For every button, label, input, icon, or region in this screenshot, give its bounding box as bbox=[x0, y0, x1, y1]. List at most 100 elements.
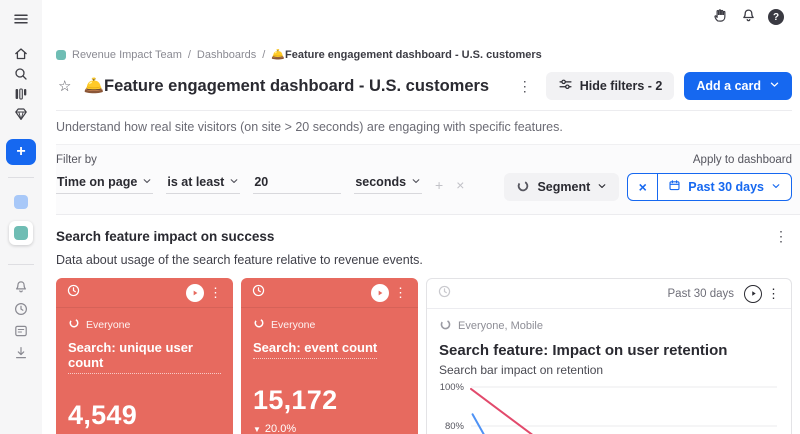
filter-property-value: Time on page bbox=[57, 175, 137, 189]
chevron-down-icon bbox=[411, 175, 421, 189]
clock-icon bbox=[251, 283, 266, 303]
run-card-button[interactable] bbox=[744, 285, 762, 303]
sidebar-item-search[interactable] bbox=[8, 64, 34, 83]
sidebar-recent-button[interactable] bbox=[8, 299, 34, 319]
date-range-label: Past 30 days bbox=[688, 180, 764, 194]
filter-unit-value: seconds bbox=[355, 175, 406, 189]
sidebar-item-charts[interactable] bbox=[8, 84, 34, 103]
question-icon: ? bbox=[768, 9, 784, 25]
diamond-icon bbox=[13, 106, 29, 122]
segment-chip[interactable]: Everyone, Mobile bbox=[439, 318, 779, 334]
kpi-card-unique-users: ⋮ Everyone Search: unique user count 4,5… bbox=[56, 278, 233, 434]
topbar: ? bbox=[42, 0, 800, 34]
filter-operator-dropdown[interactable]: is at least bbox=[166, 175, 240, 194]
card-body: Everyone Search: event count 15,172 ▼ 20… bbox=[241, 308, 418, 434]
run-card-button[interactable] bbox=[186, 284, 204, 302]
run-card-button[interactable] bbox=[371, 284, 389, 302]
card-kebab-menu[interactable]: ⋮ bbox=[206, 284, 225, 301]
card-title-link[interactable]: Search: event count bbox=[253, 340, 377, 359]
dashboard-title-row: ☆ 🛎️Feature engagement dashboard - U.S. … bbox=[56, 72, 792, 100]
chart-card-title: Search feature: Impact on user retention bbox=[439, 342, 779, 359]
page-content: Revenue Impact Team / Dashboards / 🛎️Fea… bbox=[42, 34, 800, 434]
add-card-label: Add a card bbox=[696, 79, 761, 93]
dashboard-emoji: 🛎️ bbox=[83, 77, 104, 95]
pointer-mode-button[interactable] bbox=[712, 7, 729, 27]
svg-text:80%: 80% bbox=[445, 421, 465, 432]
date-range-dropdown[interactable]: Past 30 days bbox=[658, 174, 791, 200]
sidebar-notifications-button[interactable] bbox=[8, 277, 34, 297]
create-new-button[interactable]: + bbox=[6, 139, 36, 165]
hamburger-menu-button[interactable] bbox=[8, 9, 34, 28]
card-kebab-menu[interactable]: ⋮ bbox=[764, 285, 783, 302]
filter-left: Filter by Time on page is at least seco bbox=[56, 154, 464, 201]
favorite-star-button[interactable]: ☆ bbox=[56, 77, 73, 95]
sidebar-item-metrics[interactable] bbox=[8, 104, 34, 123]
bell-icon bbox=[740, 7, 757, 27]
date-range-control: × Past 30 days bbox=[627, 173, 792, 201]
notifications-button[interactable] bbox=[740, 7, 757, 27]
breadcrumb-separator: / bbox=[188, 49, 191, 61]
main-area: ? Revenue Impact Team / Dashboards / 🛎️F… bbox=[42, 0, 800, 434]
add-card-button[interactable]: Add a card bbox=[684, 72, 792, 100]
kpi-card-event-count: ⋮ Everyone Search: event count 15,172 ▼ … bbox=[241, 278, 418, 434]
section-kebab-menu[interactable]: ⋮ bbox=[770, 227, 792, 245]
apply-to-dashboard-label: Apply to dashboard bbox=[693, 154, 792, 166]
retention-chart-card: Past 30 days ⋮ Everyone, Mobile Search f… bbox=[426, 278, 792, 434]
breadcrumb-current-label: Feature engagement dashboard - U.S. cust… bbox=[285, 49, 542, 61]
chevron-down-icon bbox=[142, 175, 152, 189]
dashboard-emoji: 🛎️ bbox=[271, 49, 285, 61]
segment-dropdown[interactable]: Segment bbox=[504, 173, 619, 201]
section-subtitle: Data about usage of the search feature r… bbox=[56, 253, 792, 267]
dashboard-kebab-menu[interactable]: ⋮ bbox=[514, 77, 536, 95]
clock-icon bbox=[437, 284, 452, 304]
segment-chip-label: Everyone bbox=[86, 319, 130, 331]
card-header: ⋮ bbox=[56, 278, 233, 308]
card-title-link[interactable]: Search: unique user count bbox=[68, 340, 221, 374]
dashboard-description: Understand how real site visitors (on si… bbox=[56, 111, 792, 144]
filter-value-input[interactable] bbox=[253, 175, 341, 194]
sidebar-download-button[interactable] bbox=[8, 343, 34, 363]
sidebar-bottom bbox=[8, 277, 34, 363]
clock-icon bbox=[66, 283, 81, 303]
bar-chart-icon bbox=[13, 86, 29, 102]
kpi-value: 4,549 bbox=[68, 400, 221, 431]
page-title-text: Feature engagement dashboard - U.S. cust… bbox=[104, 77, 489, 95]
sidebar-nav bbox=[8, 44, 34, 123]
card-date-range: Past 30 days bbox=[668, 288, 734, 300]
page-title: 🛎️Feature engagement dashboard - U.S. cu… bbox=[83, 77, 489, 96]
space-item-blue-wrap bbox=[9, 190, 33, 214]
chevron-down-icon bbox=[769, 79, 780, 93]
space-item-teal-selected[interactable] bbox=[14, 226, 28, 240]
hide-filters-button[interactable]: Hide filters - 2 bbox=[546, 72, 675, 100]
clear-date-filter-button[interactable]: × bbox=[628, 174, 658, 200]
sidebar-item-home[interactable] bbox=[8, 44, 34, 63]
cards-row: ⋮ Everyone Search: unique user count 4,5… bbox=[56, 278, 792, 434]
segment-chip[interactable]: Everyone bbox=[253, 317, 406, 332]
card-header: ⋮ bbox=[241, 278, 418, 308]
filter-property-dropdown[interactable]: Time on page bbox=[56, 175, 153, 194]
download-icon bbox=[13, 345, 29, 361]
retention-chart-svg: 100%80%60% bbox=[439, 380, 781, 434]
remove-filter-button[interactable]: × bbox=[456, 178, 464, 194]
filter-operator-value: is at least bbox=[167, 175, 224, 189]
breadcrumb-dashboards[interactable]: Dashboards bbox=[197, 49, 256, 61]
home-icon bbox=[13, 46, 29, 62]
segment-chip[interactable]: Everyone bbox=[68, 317, 221, 332]
segment-label: Segment bbox=[537, 180, 590, 194]
filter-unit-dropdown[interactable]: seconds bbox=[354, 175, 422, 194]
hide-filters-label: Hide filters - 2 bbox=[580, 79, 663, 93]
chevron-down-icon bbox=[597, 180, 607, 194]
sidebar-notes-button[interactable] bbox=[8, 321, 34, 341]
card-header: Past 30 days ⋮ bbox=[427, 279, 791, 309]
add-filter-button[interactable]: + bbox=[435, 178, 443, 194]
breadcrumb: Revenue Impact Team / Dashboards / 🛎️Fea… bbox=[56, 48, 792, 61]
segment-donut-icon bbox=[253, 317, 265, 332]
filter-icon bbox=[558, 77, 573, 95]
card-kebab-menu[interactable]: ⋮ bbox=[391, 284, 410, 301]
help-button[interactable]: ? bbox=[768, 9, 784, 25]
breadcrumb-team[interactable]: Revenue Impact Team bbox=[72, 49, 182, 61]
filter-by-label: Filter by bbox=[56, 154, 464, 166]
segment-donut-icon bbox=[68, 317, 80, 332]
sidebar-divider bbox=[8, 177, 34, 178]
space-item-blue[interactable] bbox=[14, 195, 28, 209]
